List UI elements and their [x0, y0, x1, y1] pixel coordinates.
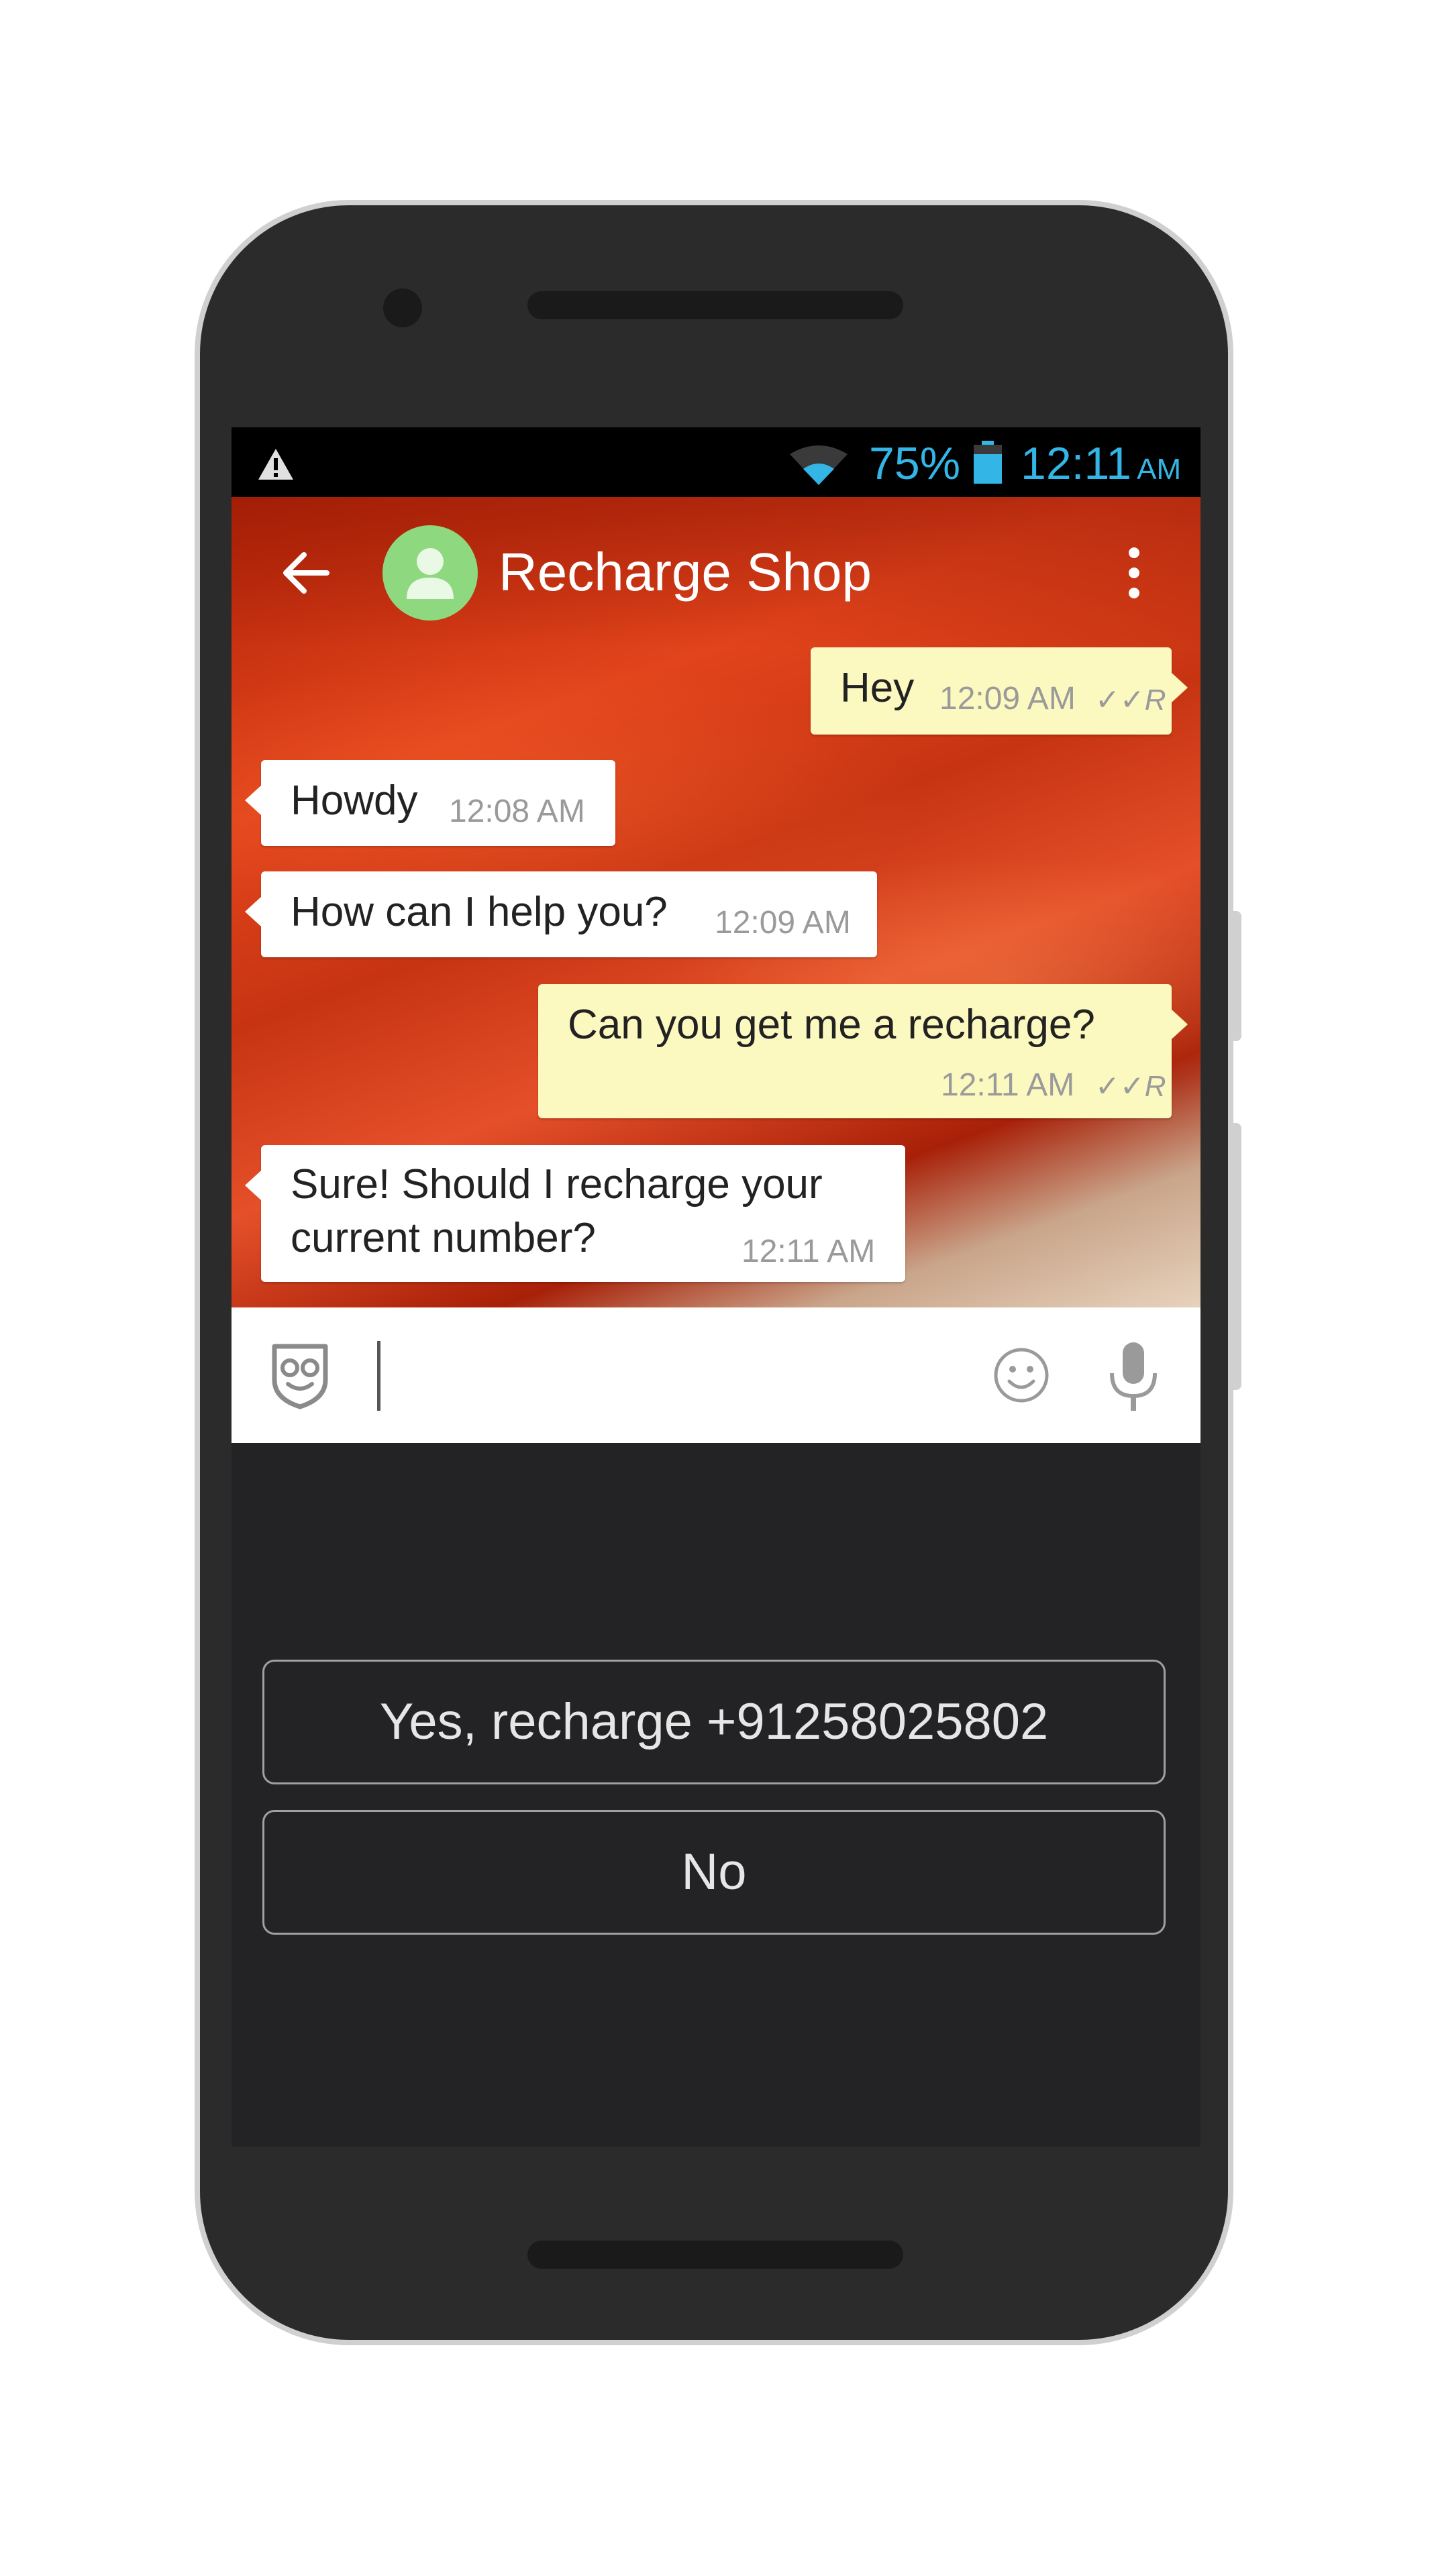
back-arrow-icon[interactable]	[278, 545, 334, 600]
overflow-menu-icon[interactable]	[1116, 543, 1152, 603]
message-text: How can I help you?	[291, 889, 668, 935]
message-text-line1: Sure! Should I recharge your	[291, 1161, 823, 1208]
message-incoming[interactable]: Howdy 12:08 AM	[245, 760, 615, 846]
emoji-icon[interactable]	[992, 1346, 1050, 1404]
message-time: 12:09 AM	[939, 681, 1076, 716]
bottom-speaker	[527, 2241, 903, 2269]
clock-ampm: AM	[1137, 453, 1182, 486]
wifi-icon	[790, 445, 848, 485]
quick-reply-no-button[interactable]: No	[262, 1810, 1166, 1935]
status-bar: 75% 12:11 AM	[232, 427, 1200, 497]
text-input[interactable]	[377, 1341, 380, 1411]
volume-button	[1232, 911, 1241, 1041]
message-incoming[interactable]: How can I help you? 12:09 AM	[245, 871, 877, 957]
chat-title[interactable]: Recharge Shop	[499, 539, 872, 606]
clock-time: 12:11	[1021, 438, 1132, 489]
app-bar: Recharge Shop	[232, 497, 1200, 649]
message-text: Howdy	[291, 777, 418, 824]
screen: 75% 12:11 AM Recharge Shop Hey 12:09 AM …	[232, 427, 1200, 2147]
message-text: Hey	[840, 665, 915, 711]
battery-icon	[974, 441, 1002, 484]
power-button	[1232, 1123, 1241, 1390]
message-incoming[interactable]: Sure! Should I recharge your current num…	[245, 1145, 905, 1282]
read-receipt: ✓✓R	[1095, 1070, 1166, 1103]
message-time: 12:09 AM	[715, 905, 851, 941]
quick-reply-yes-button[interactable]: Yes, recharge +91258025802	[262, 1660, 1166, 1784]
read-receipt: ✓✓R	[1095, 684, 1166, 716]
message-text: Can you get me a recharge?	[568, 1002, 1095, 1048]
front-camera	[383, 288, 422, 327]
battery-percent: 75%	[869, 438, 961, 489]
chat-area[interactable]: Recharge Shop Hey 12:09 AM ✓✓R Howdy 12:…	[232, 497, 1200, 1307]
mic-icon[interactable]	[1107, 1341, 1160, 1412]
compose-bar	[232, 1307, 1200, 1443]
bot-icon[interactable]	[266, 1340, 334, 1409]
message-time: 12:11 AM	[941, 1067, 1075, 1103]
message-time: 12:11 AM	[741, 1234, 876, 1269]
message-outgoing[interactable]: Can you get me a recharge? 12:11 AM ✓✓R	[538, 984, 1188, 1118]
contact-avatar[interactable]	[382, 525, 478, 621]
message-time: 12:08 AM	[449, 794, 585, 829]
message-outgoing[interactable]: Hey 12:09 AM ✓✓R	[811, 647, 1188, 735]
warning-icon	[258, 449, 293, 480]
message-text-line2: current number?	[291, 1215, 596, 1261]
status-clock: 12:11 AM	[1021, 438, 1181, 495]
earpiece-speaker	[527, 291, 903, 319]
contact-avatar-icon	[407, 548, 454, 599]
